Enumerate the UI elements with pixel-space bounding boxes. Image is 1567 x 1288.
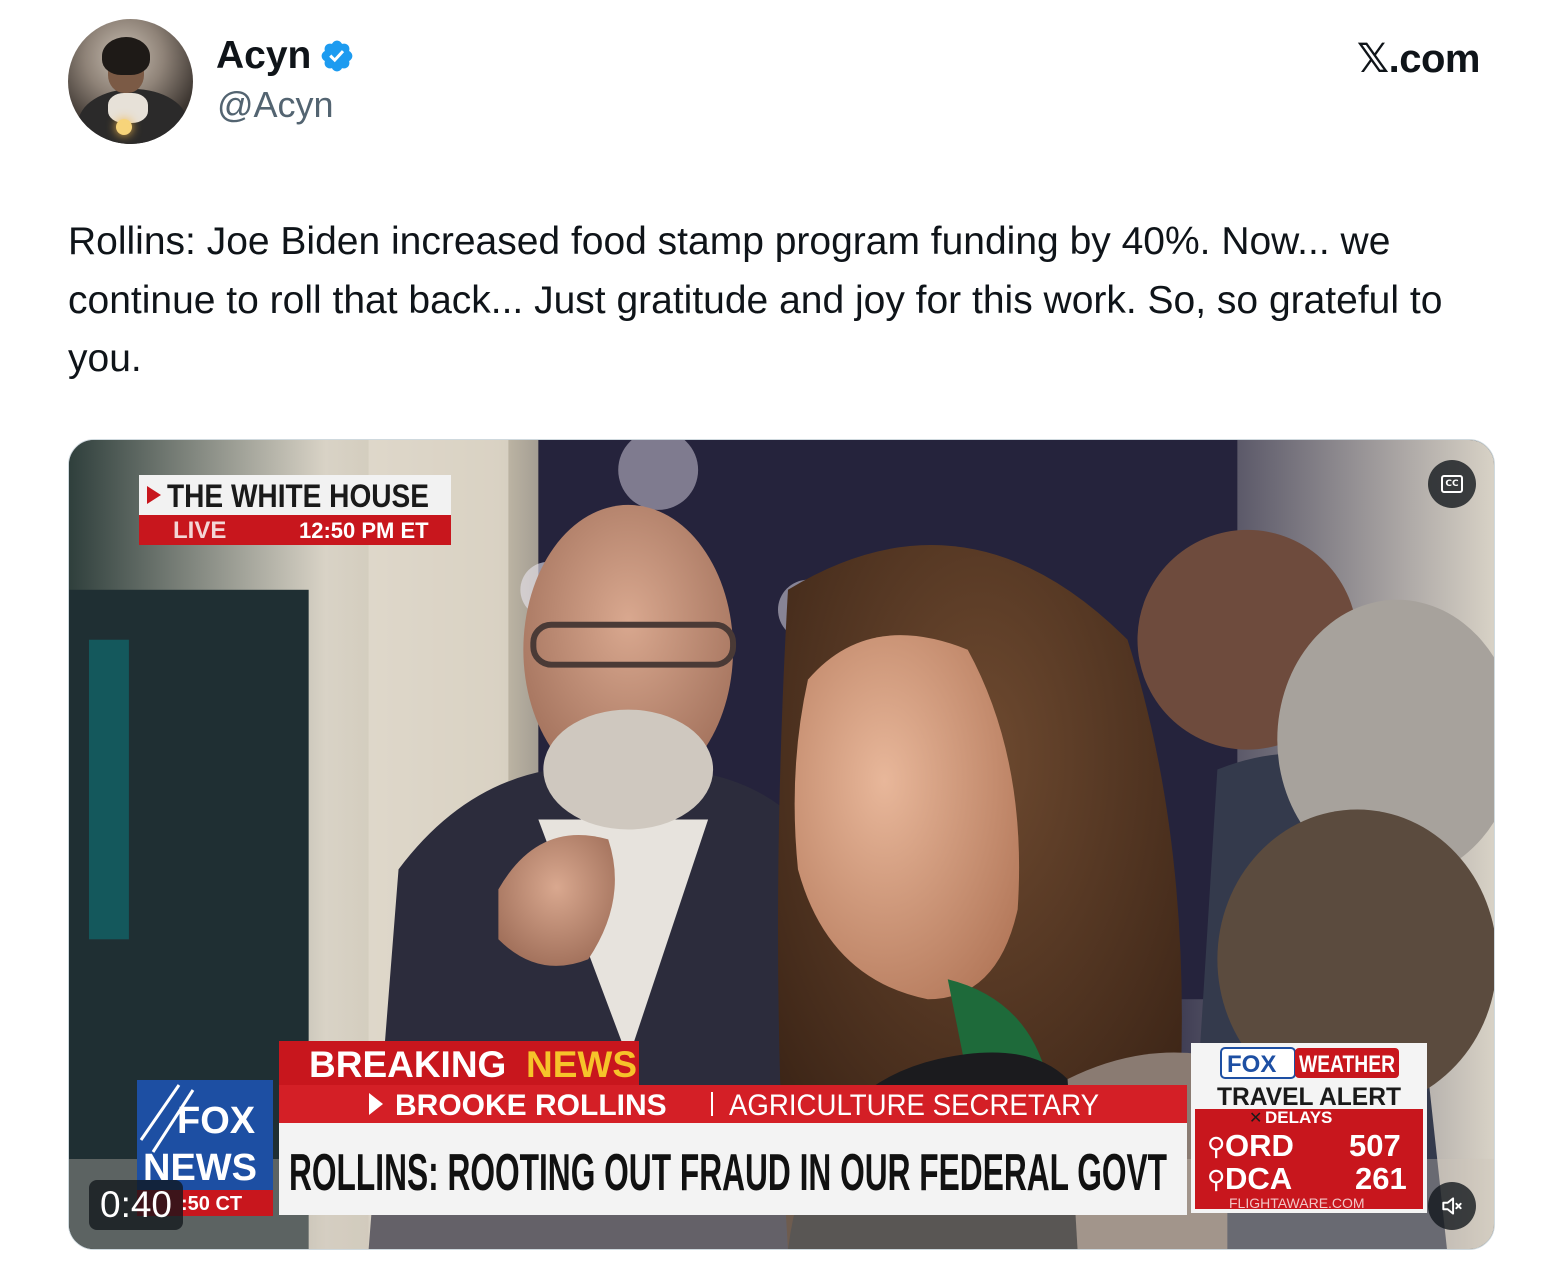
weather-fox: FOX bbox=[1227, 1051, 1276, 1078]
verified-badge-icon bbox=[322, 40, 353, 72]
closed-captions-icon: CC bbox=[1441, 475, 1463, 493]
data-source: FLIGHTAWARE.COM bbox=[1229, 1195, 1365, 1211]
location-pin-icon: ⚲ bbox=[1207, 1133, 1225, 1161]
broadcast-graphics: THE WHITE HOUSE LIVE 12:50 PM ET BREAKIN… bbox=[137, 475, 1427, 1216]
tweet-card: Acyn @Acyn 𝕏.com Rollins: Joe Biden incr… bbox=[0, 0, 1567, 1288]
live-time: 12:50 PM ET bbox=[299, 518, 429, 543]
travel-alert: TRAVEL ALERT bbox=[1217, 1083, 1401, 1111]
live-label: LIVE bbox=[173, 517, 226, 544]
delays-x-icon: ✕ bbox=[1249, 1110, 1262, 1127]
airport-code-2: DCA bbox=[1225, 1161, 1292, 1196]
guest-title: AGRICULTURE SECRETARY bbox=[729, 1089, 1099, 1122]
news-word: NEWS bbox=[526, 1044, 637, 1085]
airport-count-2: 261 bbox=[1355, 1161, 1407, 1196]
tweet-text: Rollins: Joe Biden increased food stamp … bbox=[68, 220, 1443, 380]
breaking-word: BREAKING bbox=[309, 1044, 506, 1085]
location-pin-icon: ⚲ bbox=[1207, 1166, 1225, 1194]
weather-word: WEATHER bbox=[1299, 1051, 1395, 1078]
airport-count-1: 507 bbox=[1349, 1128, 1401, 1163]
guest-name: BROOKE ROLLINS bbox=[395, 1089, 667, 1122]
airport-code-1: ORD bbox=[1225, 1128, 1294, 1163]
author-name[interactable]: Acyn bbox=[216, 34, 311, 78]
mute-button[interactable] bbox=[1428, 1182, 1476, 1230]
name-divider bbox=[711, 1092, 713, 1116]
muted-speaker-icon bbox=[1442, 1197, 1462, 1215]
headline: ROLLINS: ROOTING OUT FRAUD IN OUR FEDERA… bbox=[289, 1144, 1167, 1202]
clock-time: :50 CT bbox=[181, 1193, 242, 1215]
video-player[interactable]: THE WHITE HOUSE LIVE 12:50 PM ET BREAKIN… bbox=[68, 439, 1495, 1250]
closed-captions-button[interactable]: CC bbox=[1428, 460, 1476, 508]
logo-fox: FOX bbox=[177, 1100, 256, 1142]
video-timestamp: 0:40 bbox=[89, 1180, 184, 1230]
location-bug-text: THE WHITE HOUSE bbox=[167, 478, 429, 514]
author-name-row[interactable]: Acyn bbox=[216, 34, 355, 78]
delays-label: DELAYS bbox=[1265, 1108, 1332, 1127]
author-handle[interactable]: @Acyn bbox=[217, 84, 334, 126]
x-brand-logo: 𝕏.com bbox=[1356, 37, 1481, 81]
author-avatar[interactable] bbox=[68, 19, 193, 144]
